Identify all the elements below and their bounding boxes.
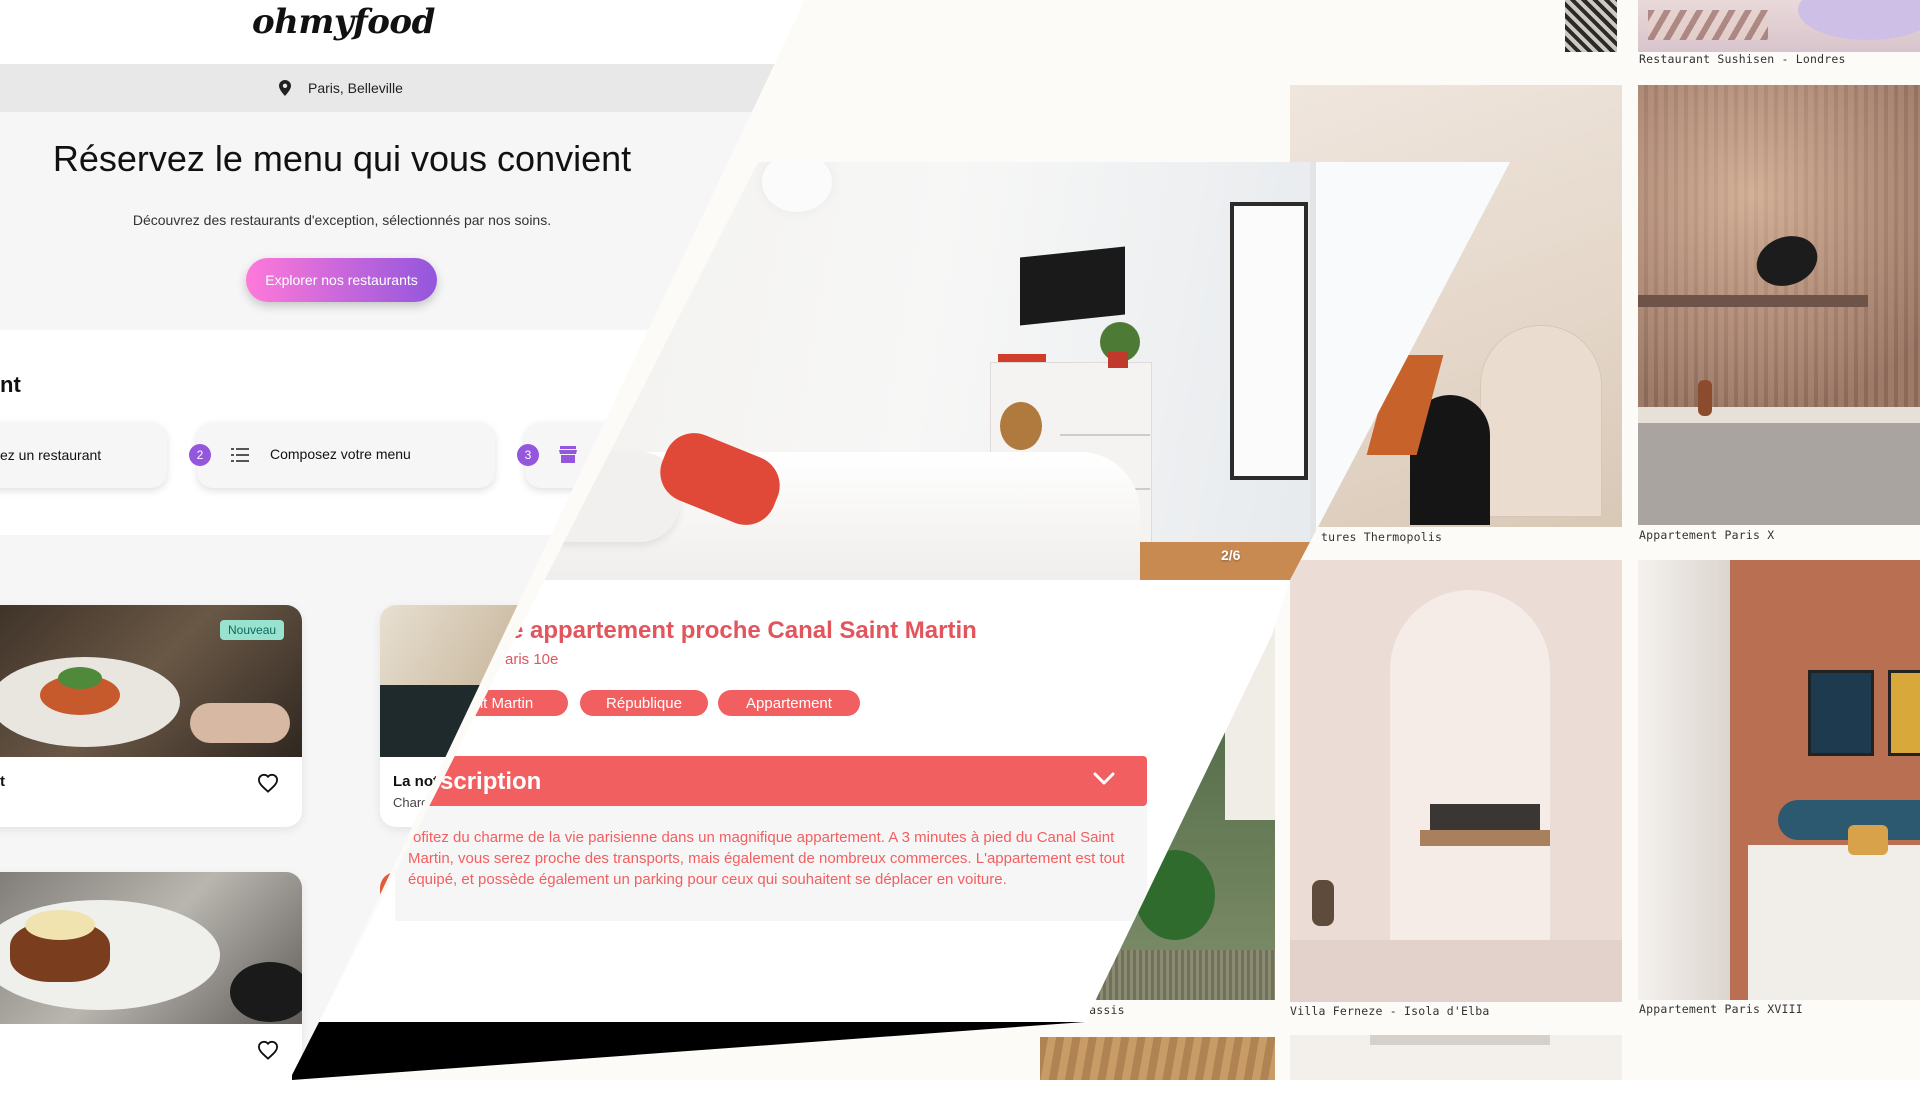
listing-tag[interactable]: République bbox=[580, 690, 708, 716]
wicker-basket bbox=[1000, 402, 1042, 450]
gallery-caption: Villa Ferneze - Isola d'Elba bbox=[1290, 1004, 1490, 1018]
heart-icon[interactable] bbox=[257, 1040, 279, 1065]
gallery-photo-stripe[interactable] bbox=[1565, 0, 1617, 52]
listing-title: e appartement proche Canal Saint Martin bbox=[510, 617, 977, 644]
gallery-photo-paris-x[interactable] bbox=[1638, 85, 1920, 525]
store-icon bbox=[559, 446, 577, 466]
tv-screen bbox=[1020, 246, 1125, 326]
logo[interactable]: ohmyfood bbox=[252, 2, 435, 42]
gallery-photo-sushisen[interactable] bbox=[1638, 0, 1920, 52]
gallery-photo-paris-xviii[interactable] bbox=[1638, 560, 1920, 1000]
restaurant-photo bbox=[0, 872, 302, 1024]
listing-tag[interactable]: Appartement bbox=[718, 690, 860, 716]
restaurant-card[interactable]: Nouveau t bbox=[0, 605, 302, 827]
ceiling-lamp bbox=[762, 162, 832, 212]
restaurant-name: t bbox=[0, 773, 5, 790]
how-it-works-title: nt bbox=[0, 372, 21, 397]
gallery-photo-villa-ferneze[interactable] bbox=[1290, 560, 1622, 1002]
hero-subtitle: Découvrez des restaurants d'exception, s… bbox=[132, 212, 552, 228]
description-title: scription bbox=[440, 768, 542, 795]
gallery-caption: Appartement Paris X bbox=[1639, 528, 1775, 542]
step-label: Composez votre menu bbox=[270, 446, 411, 462]
gallery-photo-bottom-2[interactable] bbox=[1290, 1035, 1622, 1080]
plant-pot bbox=[1108, 352, 1128, 368]
heart-icon[interactable] bbox=[257, 773, 279, 798]
explore-restaurants-button[interactable]: Explorer nos restaurants bbox=[246, 258, 437, 302]
step-label: ez un restaurant bbox=[0, 447, 102, 463]
step-number: 2 bbox=[189, 444, 211, 466]
location-pin-icon bbox=[279, 80, 291, 101]
gallery-caption: Restaurant Sushisen - Londres bbox=[1639, 52, 1846, 66]
listing-address: aris 10e bbox=[505, 651, 559, 668]
hero-title: Réservez le menu qui vous convient bbox=[52, 138, 632, 179]
red-book bbox=[998, 354, 1046, 362]
location-text[interactable]: Paris, Belleville bbox=[308, 80, 403, 96]
gallery-caption: Appartement Paris XVIII bbox=[1639, 1002, 1803, 1016]
carousel-counter: 2/6 bbox=[1221, 547, 1241, 563]
new-badge: Nouveau bbox=[220, 620, 285, 640]
chevron-down-icon[interactable] bbox=[1092, 771, 1116, 792]
step-card-2: 2 Composez votre menu bbox=[189, 422, 495, 488]
description-text: rofitez du charme de la vie parisienne d… bbox=[408, 829, 1125, 888]
gallery-caption: tures Thermopolis bbox=[1321, 530, 1443, 544]
list-icon bbox=[231, 447, 249, 466]
window-frame bbox=[1230, 202, 1308, 480]
gallery-photo-bottom-1[interactable] bbox=[1040, 1037, 1275, 1080]
step-number: 3 bbox=[517, 444, 539, 466]
restaurant-card[interactable] bbox=[0, 872, 302, 1080]
step-card-1: ez un restaurant bbox=[0, 422, 167, 488]
